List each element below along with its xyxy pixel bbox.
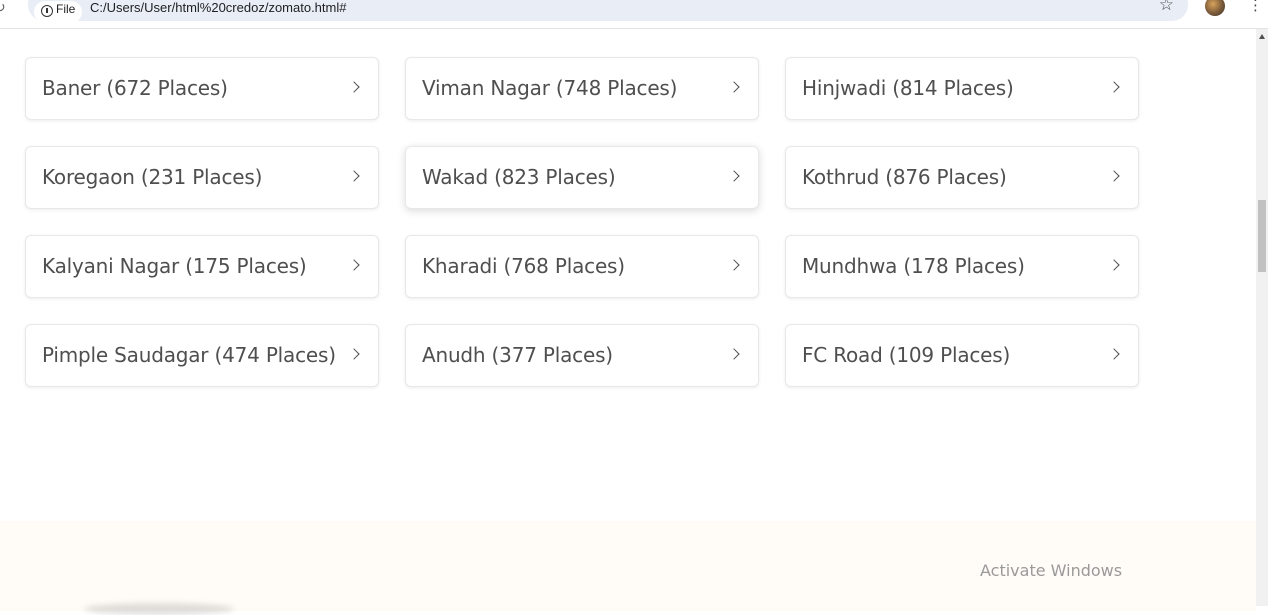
locality-label: Anudh (377 Places): [422, 343, 613, 367]
locality-card[interactable]: Koregaon (231 Places): [25, 146, 379, 209]
chevron-right-icon: [348, 170, 360, 182]
chevron-right-icon: [348, 348, 360, 360]
scrollbar-track[interactable]: [1256, 29, 1268, 606]
scroll-up-icon[interactable]: [1259, 34, 1265, 39]
chevron-right-icon: [728, 348, 740, 360]
locality-label: Kharadi (768 Places): [422, 254, 625, 278]
info-icon: [41, 5, 53, 17]
page-content: Baner (672 Places) Viman Nagar (748 Plac…: [0, 29, 1256, 615]
chevron-right-icon: [728, 81, 740, 93]
locality-label: Hinjwadi (814 Places): [802, 76, 1014, 100]
chevron-right-icon: [1108, 81, 1120, 93]
activate-windows-watermark: Activate Windows: [980, 561, 1123, 580]
locality-card[interactable]: Pimple Saudagar (474 Places): [25, 324, 379, 387]
scrollbar-thumb[interactable]: [1258, 200, 1266, 272]
menu-kebab-icon[interactable]: ⋮: [1248, 0, 1263, 13]
chevron-right-icon: [1108, 348, 1120, 360]
locality-card[interactable]: Hinjwadi (814 Places): [785, 57, 1139, 120]
locality-card[interactable]: Mundhwa (178 Places): [785, 235, 1139, 298]
locality-card[interactable]: Baner (672 Places): [25, 57, 379, 120]
locality-label: Baner (672 Places): [42, 76, 228, 100]
locality-label: Kalyani Nagar (175 Places): [42, 254, 307, 278]
locality-card[interactable]: Anudh (377 Places): [405, 324, 759, 387]
chevron-right-icon: [348, 81, 360, 93]
profile-avatar[interactable]: [1205, 0, 1225, 16]
locality-label: FC Road (109 Places): [802, 343, 1011, 367]
bookmark-star-icon[interactable]: ☆: [1159, 0, 1174, 14]
locality-card[interactable]: FC Road (109 Places): [785, 324, 1139, 387]
localities-grid: Baner (672 Places) Viman Nagar (748 Plac…: [25, 57, 1139, 387]
address-bar[interactable]: File C:/Users/User/html%20credoz/zomato.…: [28, 0, 1188, 23]
url-text[interactable]: C:/Users/User/html%20credoz/zomato.html#: [90, 0, 346, 15]
locality-card[interactable]: Kalyani Nagar (175 Places): [25, 235, 379, 298]
locality-label: Kothrud (876 Places): [802, 165, 1007, 189]
site-chip-label: File: [56, 2, 76, 16]
locality-card[interactable]: Wakad (823 Places): [405, 146, 759, 209]
locality-label: Koregaon (231 Places): [42, 165, 263, 189]
chevron-right-icon: [348, 259, 360, 271]
locality-label: Wakad (823 Places): [422, 165, 616, 189]
chevron-right-icon: [728, 170, 740, 182]
chevron-right-icon: [728, 259, 740, 271]
reload-icon[interactable]: ↻: [0, 0, 6, 16]
browser-toolbar: ↻ File C:/Users/User/html%20credoz/zomat…: [0, 0, 1268, 29]
locality-label: Viman Nagar (748 Places): [422, 76, 678, 100]
chevron-right-icon: [1108, 259, 1120, 271]
locality-card[interactable]: Kharadi (768 Places): [405, 235, 759, 298]
chevron-right-icon: [1108, 170, 1120, 182]
site-info-chip[interactable]: File: [34, 1, 82, 23]
locality-card[interactable]: Kothrud (876 Places): [785, 146, 1139, 209]
footer-logo: [84, 603, 234, 615]
locality-card[interactable]: Viman Nagar (748 Places): [405, 57, 759, 120]
locality-label: Mundhwa (178 Places): [802, 254, 1025, 278]
locality-label: Pimple Saudagar (474 Places): [42, 343, 336, 367]
